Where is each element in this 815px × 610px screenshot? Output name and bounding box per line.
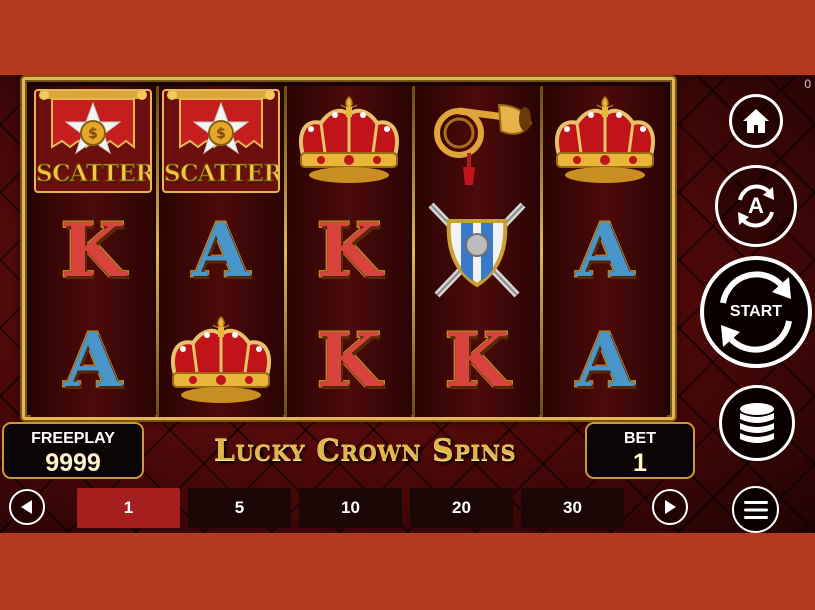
game-logo: Lucky Crown Spins bbox=[213, 433, 517, 468]
bet-selector-bar: 1 5 10 20 30 bbox=[0, 485, 700, 533]
coin-stack-icon bbox=[740, 403, 774, 443]
home-button[interactable] bbox=[729, 94, 783, 148]
freeplay-balance-panel: FREEPLAY 9999 bbox=[2, 422, 144, 479]
bet-option-30[interactable]: 30 bbox=[521, 488, 624, 528]
reel-cell bbox=[287, 86, 411, 196]
crown-icon bbox=[555, 95, 655, 183]
crown-icon bbox=[299, 95, 399, 183]
reel-cell: A bbox=[159, 196, 283, 306]
horn-icon bbox=[434, 103, 533, 185]
freeplay-value: 9999 bbox=[45, 449, 101, 477]
k-symbol: K bbox=[59, 208, 126, 294]
crown-icon bbox=[171, 315, 271, 403]
k-symbol: K bbox=[443, 318, 510, 404]
reel-4: K bbox=[415, 86, 539, 417]
reel-2: $ SCATTER A bbox=[159, 86, 283, 417]
reel-1: $ SCATTER K A bbox=[31, 86, 155, 417]
bet-next-button[interactable] bbox=[652, 489, 688, 525]
bet-option-1[interactable]: 1 bbox=[77, 488, 180, 528]
bet-option-20[interactable]: 20 bbox=[410, 488, 513, 528]
start-spin-button[interactable]: START bbox=[700, 256, 812, 368]
a-symbol: A bbox=[575, 208, 635, 294]
reel-5: A A bbox=[543, 86, 667, 417]
bet-panel: BET 1 bbox=[585, 422, 695, 479]
reel-cell: A bbox=[31, 306, 155, 416]
k-symbol: K bbox=[315, 318, 382, 404]
coins-stake-button[interactable] bbox=[719, 385, 795, 461]
start-label: START bbox=[729, 303, 783, 320]
a-symbol: A bbox=[191, 208, 251, 294]
reel-cell bbox=[159, 306, 283, 416]
reel-cell: K bbox=[287, 196, 411, 306]
reel-3: K K bbox=[287, 86, 411, 417]
reel-cell: $ SCATTER bbox=[159, 86, 283, 196]
reel-cell bbox=[415, 86, 539, 196]
home-icon bbox=[743, 109, 769, 133]
scatter-label: SCATTER bbox=[36, 160, 152, 188]
corner-counter: 0 bbox=[804, 77, 811, 91]
scatter-symbol: $ SCATTER bbox=[162, 89, 280, 193]
scatter-symbol: $ SCATTER bbox=[34, 89, 152, 193]
shield-swords-icon bbox=[428, 202, 526, 298]
bet-option-10[interactable]: 10 bbox=[299, 488, 402, 528]
bet-label: BET bbox=[624, 430, 656, 447]
scatter-label: SCATTER bbox=[164, 160, 280, 188]
reel-cell: K bbox=[287, 306, 411, 416]
a-symbol: A bbox=[575, 318, 635, 404]
autoplay-button[interactable]: A bbox=[715, 165, 797, 247]
reel-cell bbox=[415, 196, 539, 306]
menu-button[interactable] bbox=[732, 486, 779, 533]
reel-cell: A bbox=[543, 306, 667, 416]
reel-cell: K bbox=[31, 196, 155, 306]
triangle-left-icon bbox=[21, 500, 32, 514]
reel-cell bbox=[543, 86, 667, 196]
autoplay-label: A bbox=[748, 193, 764, 218]
bet-value: 1 bbox=[633, 449, 647, 477]
reel-cell: $ SCATTER bbox=[31, 86, 155, 196]
bet-prev-button[interactable] bbox=[9, 489, 45, 525]
slot-game-screen: 0 $ SCATTER K A $ SCATTER A K K K A A FR… bbox=[0, 75, 815, 533]
svg-text:$: $ bbox=[216, 126, 226, 142]
hamburger-menu-icon bbox=[743, 500, 768, 519]
k-symbol: K bbox=[315, 208, 382, 294]
reel-cell: K bbox=[415, 306, 539, 416]
reels-frame: $ SCATTER K A $ SCATTER A K K K A A bbox=[22, 77, 675, 420]
triangle-right-icon bbox=[665, 500, 676, 514]
reel-cell: A bbox=[543, 196, 667, 306]
a-symbol: A bbox=[63, 318, 123, 404]
bet-option-5[interactable]: 5 bbox=[188, 488, 291, 528]
freeplay-label: FREEPLAY bbox=[31, 430, 115, 447]
svg-text:$: $ bbox=[88, 126, 98, 142]
